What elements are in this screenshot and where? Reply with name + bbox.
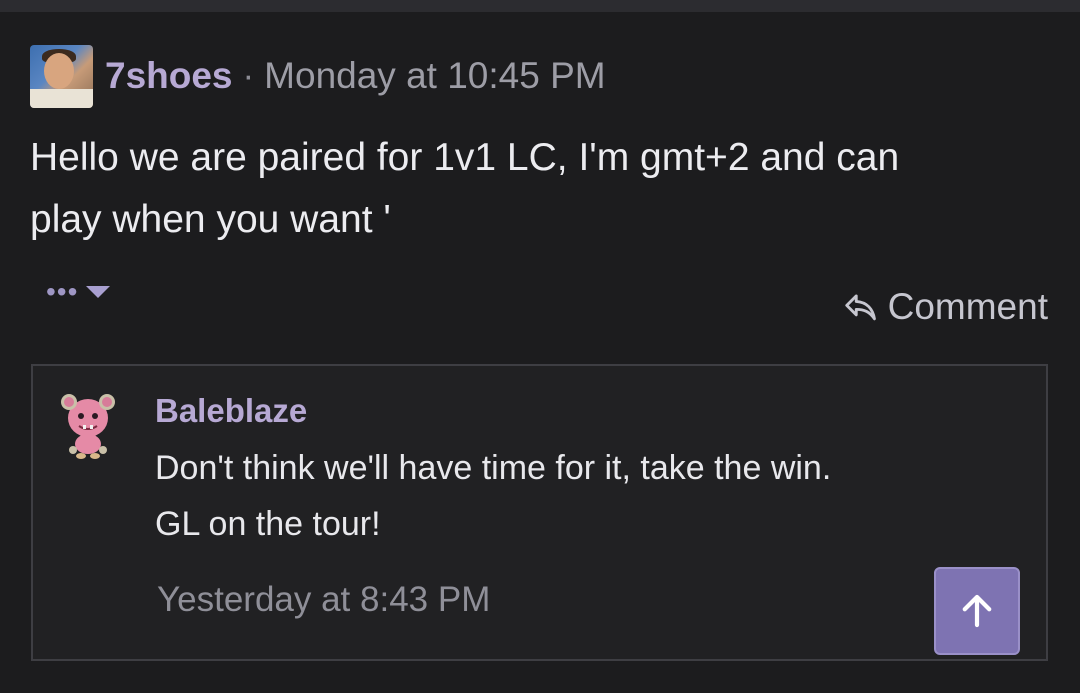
- reply-author-avatar[interactable]: [57, 386, 119, 460]
- ellipsis-icon: •••: [46, 276, 79, 307]
- post-body-line: Hello we are paired for 1v1 LC, I'm gmt+…: [30, 136, 900, 179]
- reply-author[interactable]: Baleblaze: [155, 392, 307, 430]
- comment-label: Comment: [887, 286, 1048, 327]
- post-author[interactable]: 7shoes: [105, 55, 233, 97]
- caret-down-icon: [86, 286, 111, 298]
- header-separator: ·: [242, 56, 255, 95]
- reply-text: Don't think we'll have time for it, take…: [155, 440, 1015, 552]
- reply-card: Baleblaze Don't think we'll have time fo…: [31, 364, 1048, 661]
- more-options-button[interactable]: •••: [46, 276, 111, 307]
- top-bar: [0, 0, 1080, 12]
- reply-text-line: GL on the tour!: [155, 505, 381, 543]
- scroll-to-top-button[interactable]: [934, 567, 1020, 655]
- reply-timestamp[interactable]: Yesterday at 8:43 PM: [157, 580, 490, 620]
- arrow-up-icon: [962, 594, 992, 628]
- post-body: Hello we are paired for 1v1 LC, I'm gmt+…: [30, 127, 1050, 251]
- reply-arrow-icon: [844, 294, 876, 321]
- post-header: 7shoes · Monday at 10:45 PM: [30, 44, 606, 108]
- author-avatar[interactable]: [30, 44, 93, 108]
- post-body-line: play when you want ': [30, 198, 391, 241]
- post-timestamp[interactable]: Monday at 10:45 PM: [264, 55, 605, 97]
- comment-button[interactable]: Comment: [842, 286, 1048, 328]
- reply-text-line: Don't think we'll have time for it, take…: [155, 449, 832, 487]
